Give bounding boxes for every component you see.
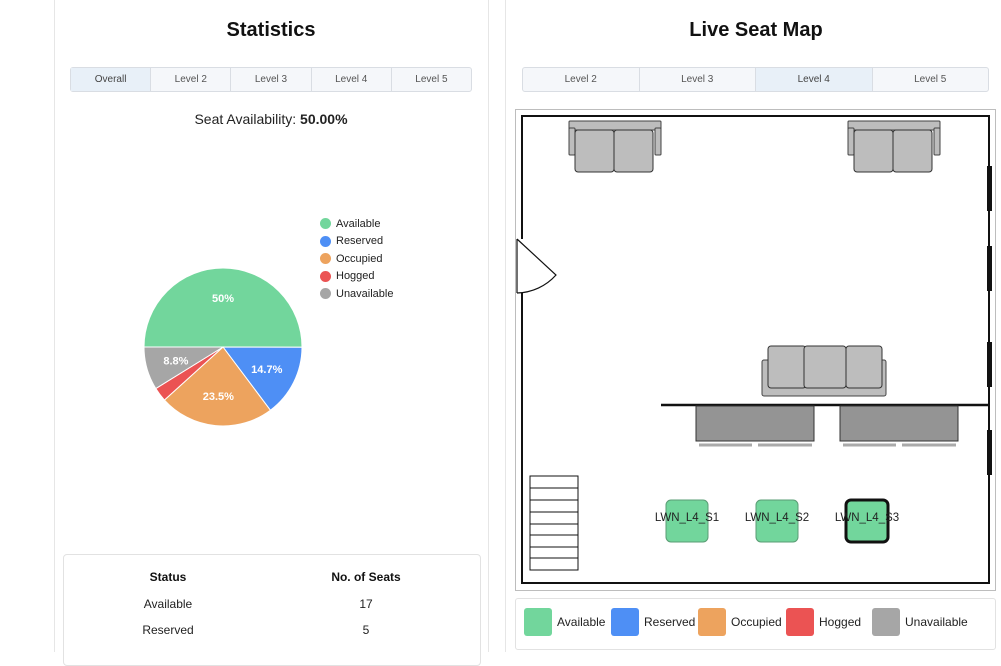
legend-swatch [320, 253, 331, 265]
map-level-tabs: Level 2 Level 3 Level 4 Level 5 [522, 67, 989, 92]
legend-label: Reserved [336, 235, 384, 248]
legend-item-available: Available [320, 215, 393, 233]
legend-item-reserved: Reserved [611, 608, 695, 636]
legend-label: Hogged [336, 270, 375, 283]
legend-item-hogged: Hogged [786, 608, 861, 636]
sofa-top-left [568, 120, 662, 173]
tab-level-4[interactable]: Level 4 [756, 68, 873, 91]
seat-availability: Seat Availability: 50.00% [55, 111, 487, 127]
legend-item-unavailable: Unavailable [320, 285, 393, 303]
tab-level-5[interactable]: Level 5 [873, 68, 989, 91]
center-divider [488, 0, 489, 652]
seat-map-title: Live Seat Map [689, 19, 823, 41]
table-cell-status: Available [143, 597, 193, 611]
tab-level-5[interactable]: Level 5 [392, 68, 471, 91]
tab-level-3[interactable]: Level 3 [231, 68, 312, 91]
legend-label: Hogged [819, 615, 862, 629]
pie-legend: Available Reserved Occupied Hogged Unava… [320, 215, 393, 303]
legend-item-unavailable: Unavailable [872, 608, 968, 636]
table-header-status: Status [149, 570, 187, 584]
pie-slice-available [143, 267, 303, 348]
legend-swatch [786, 608, 814, 636]
pie-label-reserved: 14.7% [251, 364, 282, 376]
legend-label: Available [557, 615, 606, 629]
legend-item-occupied: Occupied [320, 250, 393, 268]
legend-swatch [320, 235, 331, 247]
legend-item-reserved: Reserved [320, 233, 393, 251]
legend-label: Unavailable [905, 615, 968, 629]
pie-label-unavailable: 8.8% [163, 355, 188, 367]
sofa-top-right [847, 120, 941, 173]
legend-label: Reserved [644, 615, 696, 629]
seat-status-legend: Available Reserved Occupied Hogged Unava… [515, 598, 996, 650]
legend-item-hogged: Hogged [320, 268, 393, 286]
tab-level-4[interactable]: Level 4 [312, 68, 392, 91]
tab-overall[interactable]: Overall [71, 68, 152, 91]
table-cell-count: 5 [362, 623, 370, 637]
legend-swatch [872, 608, 900, 636]
floor-plan: LWN_L4_S1 LWN_L4_S2 LWN_L4_S3 [516, 115, 992, 584]
seat-availability-label: Seat Availability: [194, 111, 297, 127]
legend-swatch [320, 288, 331, 300]
legend-swatch [320, 218, 331, 230]
legend-swatch [524, 608, 552, 636]
seat-label: LWN_L4_S2 [745, 512, 809, 524]
stairs [529, 475, 579, 571]
seat-label: LWN_L4_S3 [835, 512, 899, 524]
legend-label: Occupied [731, 615, 782, 629]
seat-availability-value: 50.00% [300, 111, 348, 127]
legend-label: Unavailable [336, 287, 394, 300]
pie-label-available: 50% [212, 293, 234, 305]
map-divider [505, 0, 506, 652]
legend-item-occupied: Occupied [698, 608, 782, 636]
legend-item-available: Available [524, 608, 605, 636]
tab-level-2[interactable]: Level 2 [523, 68, 640, 91]
table-cell-status: Reserved [142, 623, 194, 637]
table-header-count: No. of Seats [331, 570, 401, 584]
statistics-title: Statistics [226, 19, 316, 41]
legend-swatch [320, 270, 331, 282]
legend-swatch [611, 608, 639, 636]
tab-level-3[interactable]: Level 3 [640, 68, 756, 91]
legend-swatch [698, 608, 726, 636]
seat-label: LWN_L4_S1 [655, 512, 719, 524]
seat-status-pie-chart: 50% 14.7% 23.5% 8.8% [143, 267, 303, 427]
pie-label-occupied: 23.5% [203, 391, 234, 403]
seat-status-table: Status No. of Seats Available 17 Reserve… [63, 554, 481, 666]
stats-level-tabs: Overall Level 2 Level 3 Level 4 Level 5 [70, 67, 472, 92]
left-divider [54, 0, 55, 652]
legend-label: Occupied [336, 252, 383, 265]
seat-map-canvas: LWN_L4_S1 LWN_L4_S2 LWN_L4_S3 [515, 109, 996, 591]
tab-level-2[interactable]: Level 2 [151, 68, 232, 91]
sofa-middle [761, 345, 887, 397]
table-cell-count: 17 [359, 597, 373, 611]
legend-label: Available [336, 217, 381, 230]
